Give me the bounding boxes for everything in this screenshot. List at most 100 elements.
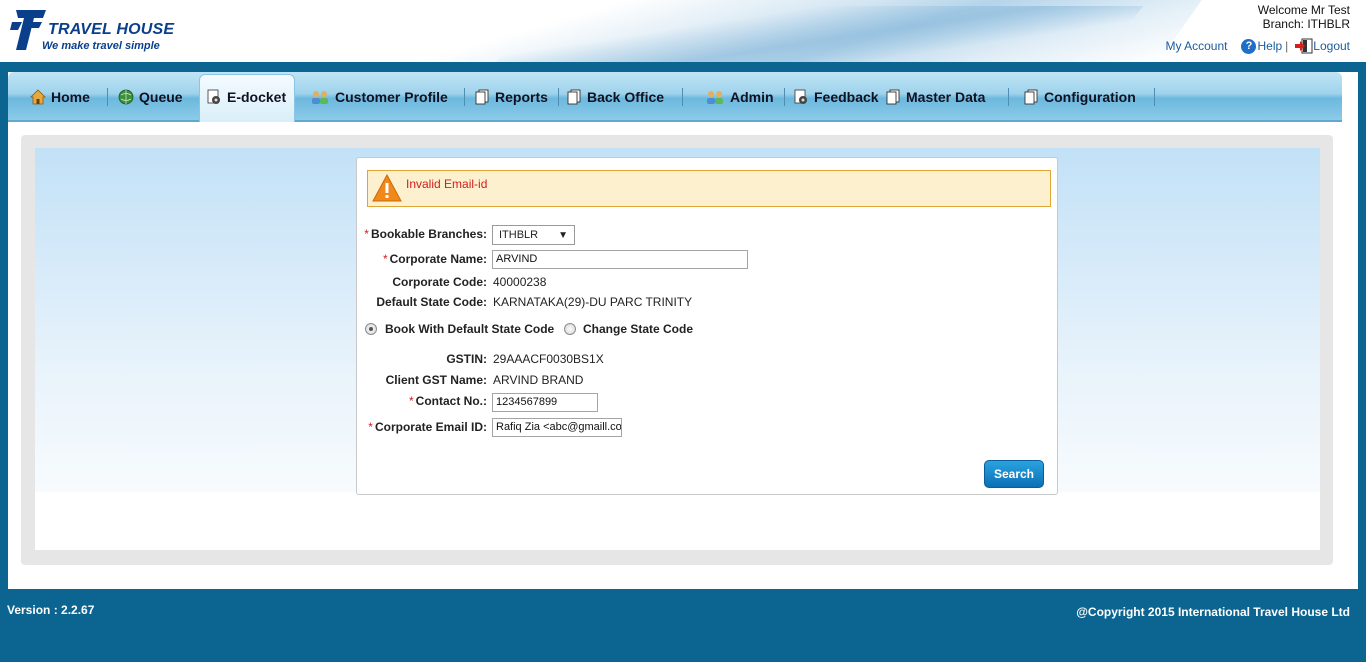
nav-feedback-label: Feedback [814,89,879,105]
nav-admin-label: Admin [730,89,774,105]
pages-icon [475,89,489,105]
users-icon [312,91,328,104]
corporate-email-input[interactable]: Rafiq Zia <abc@gmaill.co [492,418,622,437]
brand-tagline: We make travel simple [42,40,160,52]
docket-icon [207,89,220,104]
corporate-email-row: * Corporate Email ID: Rafiq Zia <abc@gmai… [357,417,1057,437]
required-marker: * [409,394,414,408]
change-state-code-label[interactable]: Change State Code [583,322,693,336]
corporate-code-value: 40000238 [493,275,547,289]
main-nav-bar: Home Queue E-docket Customer Profile Rep… [8,72,1342,122]
bookable-branches-value: ITHBLR [499,229,539,241]
my-account-link[interactable]: My Account [1165,39,1227,53]
pages-icon [567,89,581,105]
nav-divider [464,88,465,106]
brand-logo[interactable]: TRAVEL HOUSE We make travel simple [10,8,180,54]
nav-divider [107,88,108,106]
copyright-text: @Copyright 2015 International Travel Hou… [1076,605,1350,619]
bookable-branches-label-wrap: * Bookable Branches: [364,227,487,241]
state-code-radio-group: Book With Default State Code Change Stat… [357,319,1057,339]
contact-no-input[interactable]: 1234567899 [492,393,598,412]
nav-back-office-label: Back Office [587,89,665,105]
change-state-code-radio[interactable] [564,323,576,335]
brand-name: TRAVEL HOUSE [48,21,175,38]
help-link[interactable]: Help [1257,39,1282,53]
nav-queue[interactable]: Queue [118,84,183,110]
link-separator: | [1285,39,1289,53]
docket-icon [794,89,807,104]
content-panel-bottom [35,492,1320,550]
search-button[interactable]: Search [984,460,1044,488]
help-icon[interactable]: ? [1241,38,1257,54]
corporate-name-label: Corporate Name: [389,252,487,266]
nav-master-data-label: Master Data [906,89,986,105]
nav-divider [682,88,683,106]
corporate-name-label-wrap: * Corporate Name: [383,252,487,266]
gstin-value: 29AAACF0030BS1X [493,352,604,366]
nav-master-data[interactable]: Master Data [885,84,985,110]
contact-no-label-wrap: * Contact No.: [409,394,487,408]
contact-no-label: Contact No.: [415,394,487,408]
logout-link[interactable]: Logout [1313,39,1350,53]
corporate-email-label-wrap: * Corporate Email ID: [368,420,487,434]
nav-customer-profile[interactable]: Customer Profile [310,84,448,110]
book-default-state-radio[interactable] [365,323,377,335]
bookable-branches-select[interactable]: ITHBLR ▼ [492,225,575,245]
gstin-label: GSTIN: [446,352,487,366]
warning-icon [372,174,402,202]
logout-icon[interactable] [1295,38,1313,54]
header-swoosh-graphic-2 [496,6,1144,62]
nav-divider [1008,88,1009,106]
nav-customer-profile-label: Customer Profile [335,89,448,105]
bookable-branches-label: Bookable Branches: [370,227,487,241]
required-marker: * [368,420,373,434]
error-alert: Invalid Email-id [367,170,1051,207]
contact-no-row: * Contact No.: 1234567899 [357,391,1057,412]
alert-message: Invalid Email-id [406,177,488,191]
nav-divider [784,88,785,106]
e-docket-form: Invalid Email-id * Bookable Branches: ITH… [356,157,1058,495]
nav-divider [1154,88,1155,106]
required-marker: * [364,227,369,241]
nav-reports[interactable]: Reports [474,84,548,110]
pages-icon [1024,89,1038,105]
nav-queue-label: Queue [139,89,183,105]
nav-configuration[interactable]: Configuration [1023,84,1136,110]
nav-home-label: Home [51,89,90,105]
default-state-code-row: Default State Code: KARNATAKA(29)-DU PAR… [357,292,1057,312]
client-gst-name-label: Client GST Name: [385,373,487,387]
bookable-branches-row: * Bookable Branches: ITHBLR ▼ [357,224,1057,245]
book-default-state-label[interactable]: Book With Default State Code [385,322,554,336]
corporate-email-label: Corporate Email ID: [374,420,487,434]
corporate-code-row: Corporate Code: 40000238 [357,272,1057,292]
nav-e-docket[interactable]: E-docket [206,84,286,110]
version-text: Version : 2.2.67 [7,603,95,617]
nav-admin[interactable]: Admin [705,84,774,110]
corporate-name-input[interactable]: ARVIND [492,250,748,269]
nav-reports-label: Reports [495,89,548,105]
nav-back-office[interactable]: Back Office [566,84,664,110]
nav-e-docket-label: E-docket [227,89,287,105]
client-gst-name-value: ARVIND BRAND [493,373,584,387]
globe-icon [118,89,134,105]
nav-configuration-label: Configuration [1044,89,1136,105]
nav-home[interactable]: Home [30,84,90,110]
header: TRAVEL HOUSE We make travel simple Welco… [0,0,1366,62]
users-icon [707,91,723,104]
gstin-row: GSTIN: 29AAACF0030BS1X [357,349,1057,369]
home-icon [30,89,46,105]
corporate-name-row: * Corporate Name: ARVIND [357,249,1057,269]
default-state-code-value: KARNATAKA(29)-DU PARC TRINITY [493,295,693,309]
logo-mark-icon [10,10,46,50]
content-frame: Home Queue E-docket Customer Profile Rep… [8,72,1358,589]
nav-divider [558,88,559,106]
client-gst-name-row: Client GST Name: ARVIND BRAND [357,370,1057,390]
pages-icon [886,89,900,105]
required-marker: * [382,252,388,266]
user-info: Welcome Mr Test Branch: ITHBLR [1258,3,1350,31]
branch-text: Branch: ITHBLR [1262,17,1350,31]
welcome-text: Welcome Mr Test [1257,3,1350,17]
nav-feedback[interactable]: Feedback [793,84,879,110]
top-links: My Account ? Help | Logout [1165,38,1350,54]
default-state-code-label: Default State Code: [376,295,487,309]
